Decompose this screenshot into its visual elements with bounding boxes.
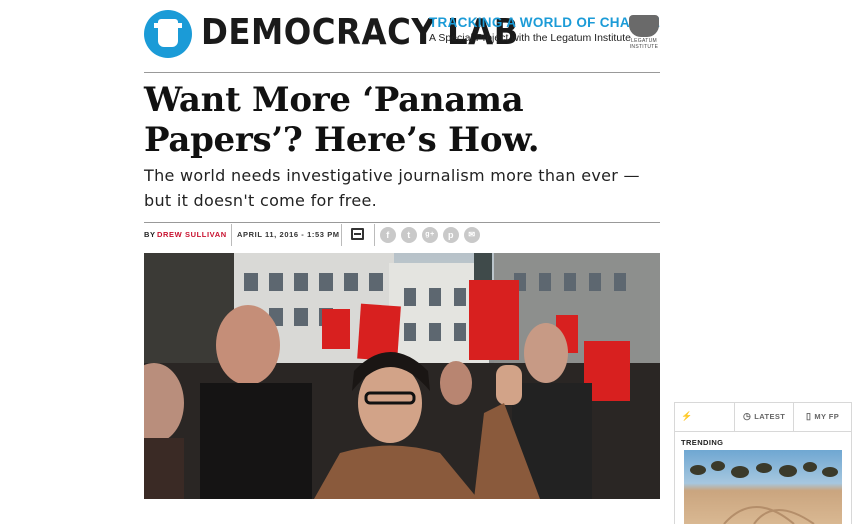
lightning-icon: ⚡ [681, 411, 693, 421]
tab-trending[interactable]: ⚡ TRENDING [681, 403, 735, 447]
byline-prefix: BY [144, 230, 156, 239]
meta-separator [231, 224, 232, 246]
print-icon[interactable] [351, 228, 364, 240]
header-divider [144, 72, 660, 73]
tab-my-fp-label: MY FP [814, 412, 840, 421]
democracy-lab-logo-icon[interactable] [144, 10, 192, 58]
article-subhead: The world needs investigative journalism… [144, 166, 640, 210]
article-headline: Want More ‘Panama Papers’? Here’s How. [144, 80, 540, 160]
clock-icon: ◷ [743, 411, 752, 421]
google-plus-icon[interactable]: g+ [422, 227, 438, 243]
article-meta-bar: BY DREW SULLIVAN APRIL 11, 2016 - 1:53 P… [144, 224, 660, 246]
meta-separator [341, 224, 342, 246]
twitter-icon[interactable]: t [401, 227, 417, 243]
legatum-logo-text: LEGATUM INSTITUTE [629, 38, 659, 50]
facebook-icon[interactable]: f [380, 227, 396, 243]
legatum-institute-logo[interactable]: LEGATUM INSTITUTE [628, 15, 660, 51]
tab-latest[interactable]: ◷ LATEST [734, 403, 792, 431]
publish-date: APRIL 11, 2016 - 1:53 PM [237, 230, 340, 239]
trending-widget: ⚡ TRENDING ◷ LATEST ▯ MY FP [674, 402, 852, 524]
tab-my-fp[interactable]: ▯ MY FP [793, 403, 851, 431]
tab-latest-label: LATEST [754, 412, 786, 421]
trending-story-image[interactable] [684, 450, 842, 524]
legatum-crest-icon [629, 15, 659, 37]
meta-separator [374, 224, 375, 246]
email-icon[interactable]: ✉ [464, 227, 480, 243]
meta-divider [144, 222, 660, 223]
pinterest-icon[interactable]: p [443, 227, 459, 243]
page-icon: ▯ [806, 411, 812, 421]
author-link[interactable]: DREW SULLIVAN [157, 230, 227, 239]
tagline-subtitle: A Special Project with the Legatum Insti… [429, 32, 631, 44]
article-lead-photo [144, 253, 660, 499]
widget-tabs: ⚡ TRENDING ◷ LATEST ▯ MY FP [675, 403, 851, 447]
tab-trending-label: TRENDING [681, 438, 724, 447]
tagline-title: TRACKING A WORLD OF CHANGE [429, 15, 661, 30]
